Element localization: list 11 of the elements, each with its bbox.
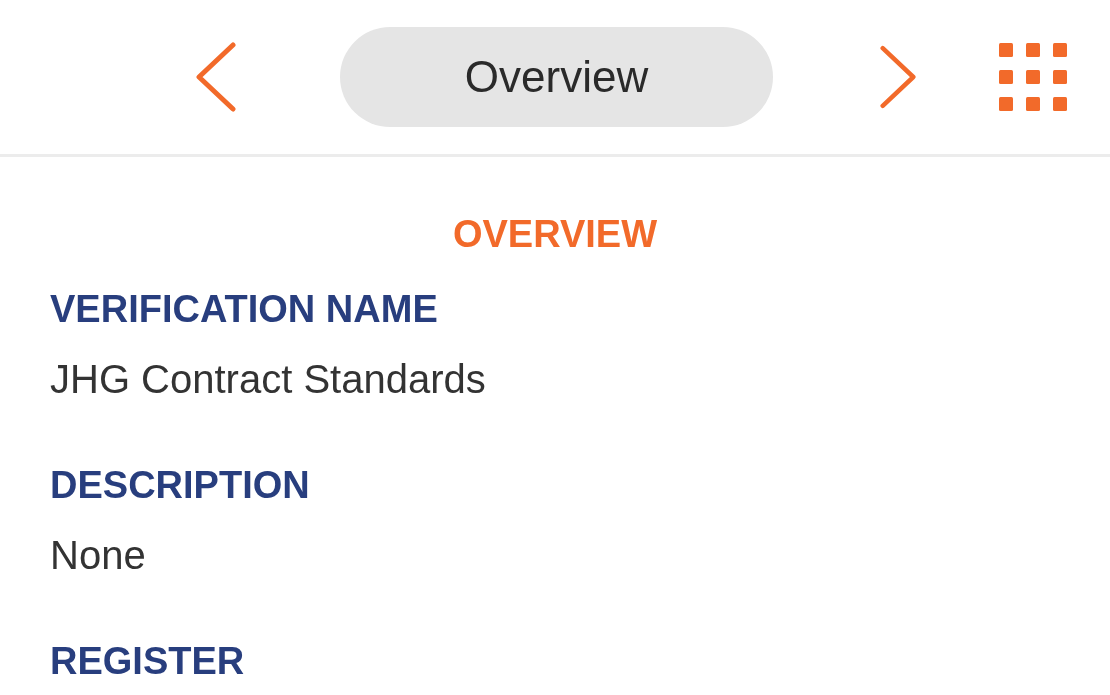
field-value: JHG Contract Standards — [50, 356, 486, 403]
chevron-left-icon — [196, 42, 236, 112]
section-title: OVERVIEW — [452, 212, 658, 256]
field-label: DESCRIPTION — [50, 463, 310, 508]
field-label: REGISTER — [50, 639, 245, 684]
grid-menu-icon — [999, 43, 1067, 111]
title-pill[interactable]: Overview — [340, 27, 773, 127]
back-button[interactable] — [195, 41, 237, 113]
field-label: VERIFICATION NAME — [50, 287, 438, 332]
menu-button[interactable] — [999, 43, 1067, 111]
field-value: None — [50, 532, 146, 579]
